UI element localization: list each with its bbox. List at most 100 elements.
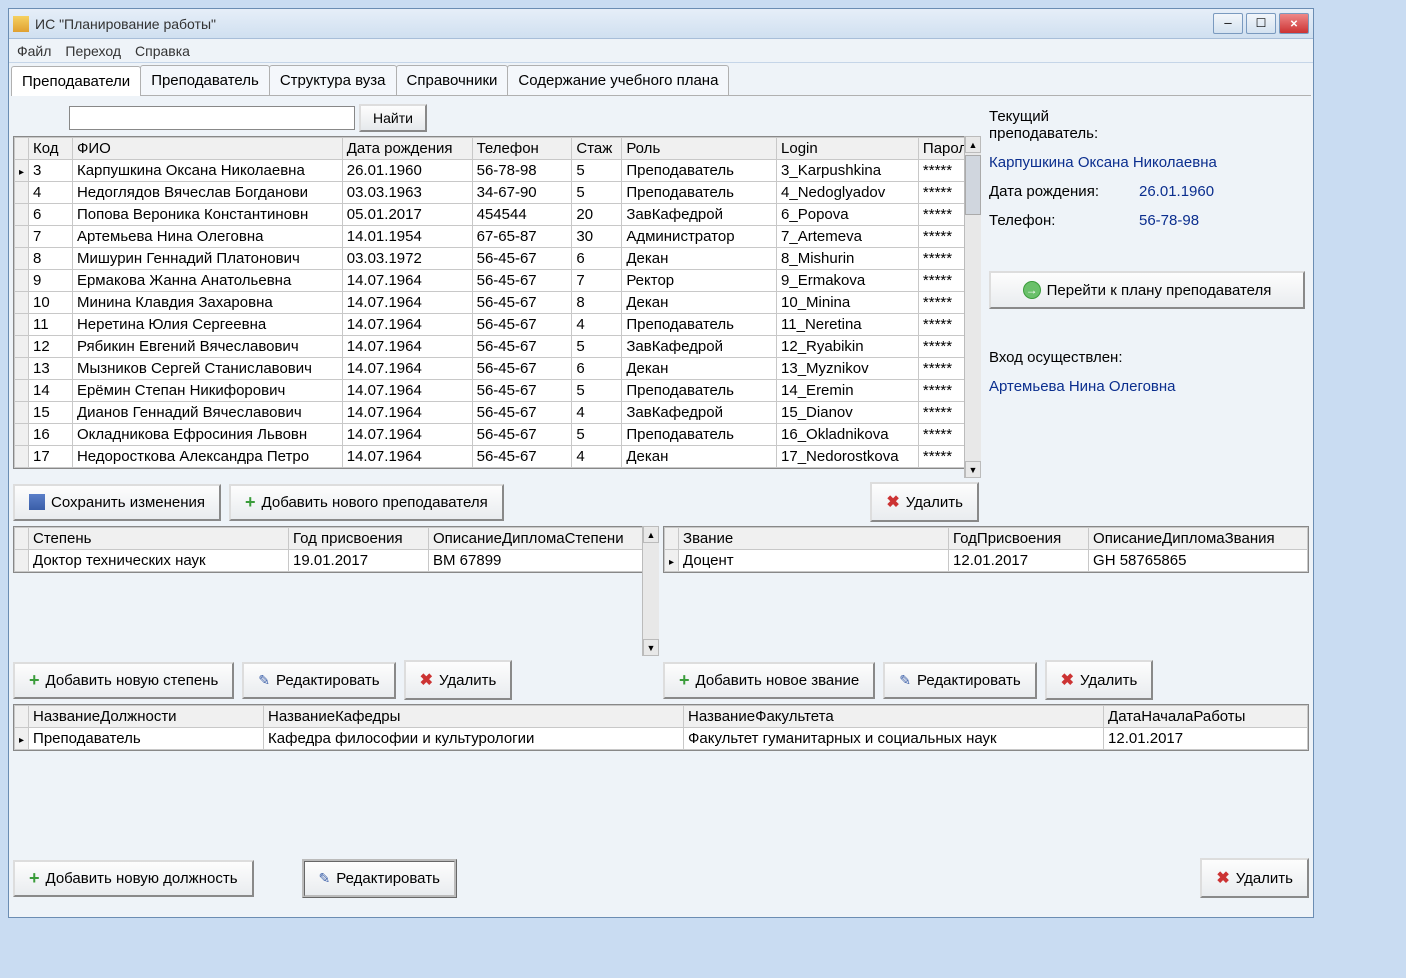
dob-value: 26.01.1960: [1139, 183, 1214, 200]
col-login[interactable]: Login: [777, 138, 919, 160]
table-row[interactable]: 11Неретина Юлия Сергеевна14.07.196456-45…: [15, 314, 980, 336]
teachers-grid[interactable]: Код ФИО Дата рождения Телефон Стаж Роль …: [13, 136, 981, 469]
add-degree-button[interactable]: + Добавить новую степень: [13, 662, 234, 699]
delete-degree-button[interactable]: ✖ Удалить: [404, 660, 513, 700]
search-input[interactable]: [69, 106, 355, 130]
login-label: Вход осуществлен:: [989, 349, 1139, 366]
titlebar: ИС "Планирование работы" ─ ☐ ✕: [9, 9, 1313, 39]
col-degree-desc[interactable]: ОписаниеДипломаСтепени: [429, 528, 658, 550]
plus-icon: +: [245, 495, 256, 509]
table-row[interactable]: 17Недоросткова Александра Петро14.07.196…: [15, 446, 980, 468]
col-rank[interactable]: Звание: [679, 528, 949, 550]
col-role[interactable]: Роль: [622, 138, 777, 160]
goto-plan-label: Перейти к плану преподавателя: [1047, 282, 1272, 299]
delete-icon: ✖: [1061, 670, 1074, 690]
scroll-down-icon[interactable]: ▼: [965, 461, 981, 478]
current-teacher-label: Текущий преподаватель:: [989, 108, 1139, 142]
scroll-down-icon[interactable]: ▼: [643, 639, 659, 656]
menu-file[interactable]: Файл: [17, 43, 51, 59]
arrow-right-icon: →: [1023, 281, 1041, 299]
table-row[interactable]: Доцент12.01.2017GH 58765865: [665, 550, 1308, 572]
edit-icon: ✎: [258, 672, 270, 689]
scroll-up-icon[interactable]: ▲: [965, 136, 981, 153]
tel-value: 56-78-98: [1139, 212, 1199, 229]
edit-degree-button[interactable]: ✎ Редактировать: [242, 662, 395, 699]
delete-icon: ✖: [886, 492, 899, 512]
add-teacher-button[interactable]: + Добавить нового преподавателя: [229, 484, 504, 521]
scroll-thumb[interactable]: [965, 155, 981, 215]
maximize-button[interactable]: ☐: [1246, 13, 1276, 34]
col-tel[interactable]: Телефон: [472, 138, 572, 160]
current-teacher-name: Карпушкина Оксана Николаевна: [989, 154, 1217, 171]
edit-position-button[interactable]: ✎ Редактировать: [302, 859, 457, 898]
add-position-button[interactable]: + Добавить новую должность: [13, 860, 254, 897]
delete-icon: ✖: [420, 670, 433, 690]
table-row[interactable]: Доктор технических наук19.01.2017ВМ 6789…: [15, 550, 658, 572]
scroll-up-icon[interactable]: ▲: [643, 526, 659, 543]
menu-nav[interactable]: Переход: [65, 43, 121, 59]
table-row[interactable]: 3Карпушкина Оксана Николаевна26.01.19605…: [15, 160, 980, 182]
tab-teachers[interactable]: Преподаватели: [11, 66, 141, 96]
edit-rank-button[interactable]: ✎ Редактировать: [883, 662, 1036, 699]
side-panel: Текущий преподаватель: Карпушкина Оксана…: [985, 100, 1309, 478]
col-fio[interactable]: ФИО: [72, 138, 342, 160]
tab-teacher[interactable]: Преподаватель: [140, 65, 270, 95]
tel-label: Телефон:: [989, 212, 1139, 229]
table-row[interactable]: 4Недоглядов Вячеслав Богданови03.03.1963…: [15, 182, 980, 204]
delete-rank-button[interactable]: ✖ Удалить: [1045, 660, 1154, 700]
table-row[interactable]: ПреподавательКафедра философии и культур…: [15, 728, 1308, 750]
tab-structure[interactable]: Структура вуза: [269, 65, 397, 95]
col-degree[interactable]: Степень: [29, 528, 289, 550]
goto-plan-button[interactable]: → Перейти к плану преподавателя: [989, 271, 1305, 309]
position-grid[interactable]: НазваниеДолжности НазваниеКафедры Назван…: [13, 704, 1309, 751]
col-rank-year[interactable]: ГодПрисвоения: [949, 528, 1089, 550]
search-button[interactable]: Найти: [359, 104, 427, 132]
table-row[interactable]: 12Рябикин Евгений Вячеславович14.07.1964…: [15, 336, 980, 358]
close-button[interactable]: ✕: [1279, 13, 1309, 34]
tabstrip: Преподаватели Преподаватель Структура ву…: [11, 65, 1311, 96]
degree-scrollbar[interactable]: ▲ ▼: [642, 526, 659, 656]
plus-icon: +: [29, 871, 40, 885]
menubar: Файл Переход Справка: [9, 39, 1313, 63]
col-faculty[interactable]: НазваниеФакультета: [684, 706, 1104, 728]
col-start-date[interactable]: ДатаНачалаРаботы: [1104, 706, 1308, 728]
col-dob[interactable]: Дата рождения: [342, 138, 472, 160]
minimize-button[interactable]: ─: [1213, 13, 1243, 34]
table-row[interactable]: 7Артемьева Нина Олеговна14.01.195467-65-…: [15, 226, 980, 248]
rank-grid[interactable]: Звание ГодПрисвоения ОписаниеДипломаЗван…: [663, 526, 1309, 573]
col-rank-desc[interactable]: ОписаниеДипломаЗвания: [1089, 528, 1308, 550]
col-position[interactable]: НазваниеДолжности: [29, 706, 264, 728]
tab-curriculum[interactable]: Содержание учебного плана: [507, 65, 729, 95]
table-row[interactable]: 9Ермакова Жанна Анатольевна14.07.196456-…: [15, 270, 980, 292]
dob-label: Дата рождения:: [989, 183, 1139, 200]
teachers-scrollbar[interactable]: ▲ ▼: [964, 136, 981, 478]
table-row[interactable]: 10Минина Клавдия Захаровна14.07.196456-4…: [15, 292, 980, 314]
table-row[interactable]: 15Дианов Геннадий Вячеславович14.07.1964…: [15, 402, 980, 424]
menu-help[interactable]: Справка: [135, 43, 190, 59]
app-window: ИС "Планирование работы" ─ ☐ ✕ Файл Пере…: [8, 8, 1314, 918]
edit-icon: ✎: [899, 672, 911, 689]
col-department[interactable]: НазваниеКафедры: [264, 706, 684, 728]
col-code[interactable]: Код: [29, 138, 73, 160]
edit-icon: ✎: [319, 870, 331, 887]
delete-teacher-button[interactable]: ✖ Удалить: [870, 482, 979, 522]
table-row[interactable]: 16Окладникова Ефросиния Львовн14.07.1964…: [15, 424, 980, 446]
delete-icon: ✖: [1216, 868, 1229, 888]
table-row[interactable]: 6Попова Вероника Константиновн05.01.2017…: [15, 204, 980, 226]
delete-position-button[interactable]: ✖ Удалить: [1200, 858, 1309, 898]
col-degree-year[interactable]: Год присвоения: [289, 528, 429, 550]
add-rank-button[interactable]: + Добавить новое звание: [663, 662, 875, 699]
plus-icon: +: [29, 673, 40, 687]
table-row[interactable]: 13Мызников Сергей Станиславович14.07.196…: [15, 358, 980, 380]
table-row[interactable]: 14Ерёмин Степан Никифорович14.07.196456-…: [15, 380, 980, 402]
login-name: Артемьева Нина Олеговна: [989, 378, 1176, 395]
table-row[interactable]: 8Мишурин Геннадий Платонович03.03.197256…: [15, 248, 980, 270]
save-icon: [29, 494, 45, 510]
degree-grid[interactable]: Степень Год присвоения ОписаниеДипломаСт…: [13, 526, 659, 573]
col-stazh[interactable]: Стаж: [572, 138, 622, 160]
save-changes-button[interactable]: Сохранить изменения: [13, 484, 221, 521]
app-icon: [13, 16, 29, 32]
plus-icon: +: [679, 673, 690, 687]
tab-reference[interactable]: Справочники: [396, 65, 509, 95]
window-title: ИС "Планирование работы": [35, 16, 1213, 32]
